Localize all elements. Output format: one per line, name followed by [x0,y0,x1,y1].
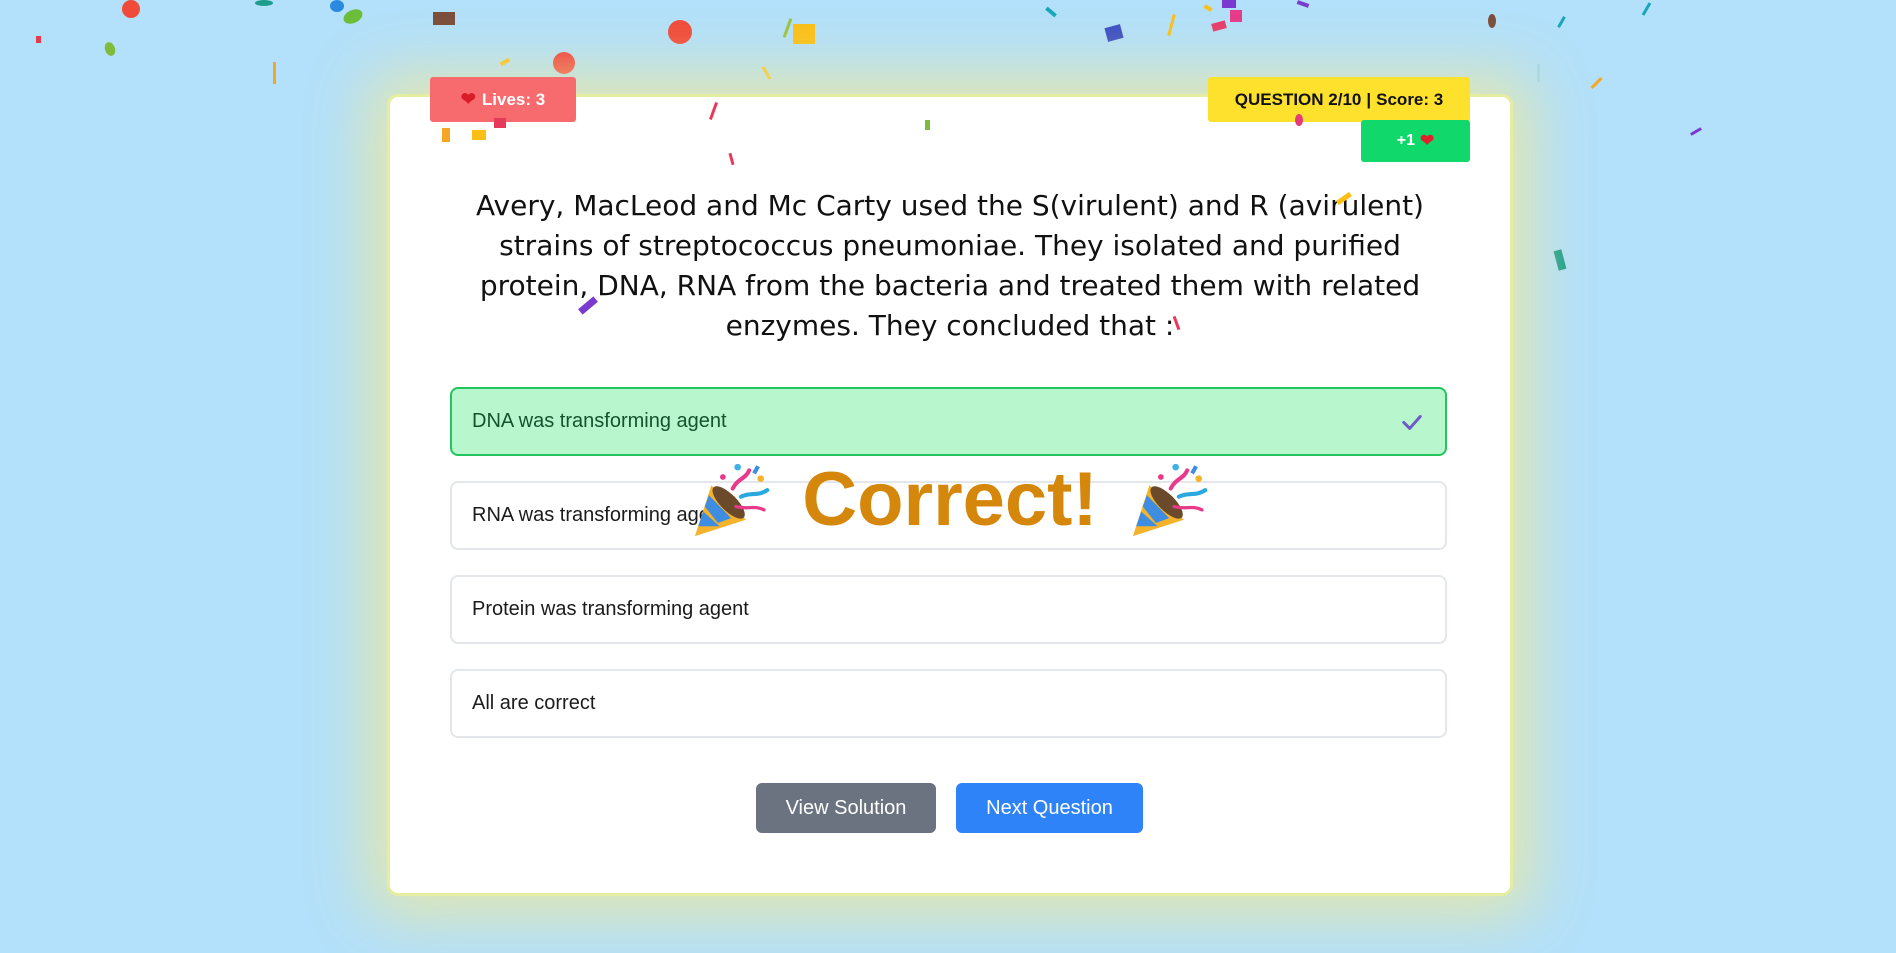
party-popper-icon [1132,463,1208,537]
confetti-piece [1295,114,1303,126]
confetti-piece [782,18,793,38]
confetti-piece [761,66,772,80]
confetti-piece [1557,16,1566,28]
option-label: RNA was transforming agent [472,504,727,526]
confetti-piece [1488,14,1496,28]
confetti-piece [1167,13,1176,37]
confetti-piece [553,52,575,74]
question-text: Avery, MacLeod and Mc Carty used the S(v… [476,189,1424,342]
party-popper-icon [694,463,770,537]
option-a[interactable]: DNA was transforming agent [450,387,1447,456]
option-d[interactable]: All are correct [450,669,1447,738]
confetti-piece [925,120,930,130]
confetti-piece [1590,76,1603,90]
heart-icon: ❤ [1420,131,1435,150]
option-label: DNA was transforming agent [472,410,727,432]
option-label: Protein was transforming agent [472,598,749,620]
confetti-piece [1104,24,1124,42]
confetti-piece [494,118,506,128]
confetti-piece [1296,0,1310,8]
bonus-label: +1 [1396,132,1415,149]
question-score-badge: QUESTION 2/10 | Score: 3 [1208,77,1470,122]
heart-icon: ❤ [460,89,476,109]
confetti-piece [472,130,486,140]
confetti-piece [668,20,692,44]
score-label: Score: 3 [1376,89,1444,109]
confetti-piece [1553,249,1567,271]
confetti-piece [793,24,815,44]
question-progress: QUESTION 2/10 [1234,89,1362,109]
confetti-piece [1222,0,1236,8]
bonus-life-badge: +1 ❤ [1361,120,1470,162]
confetti-piece [1537,64,1540,82]
confetti-piece [255,0,273,6]
lives-badge: ❤ Lives: 3 [430,77,576,122]
check-icon [1402,415,1422,430]
confetti-piece [442,128,450,142]
confetti-piece [341,6,365,27]
confetti-piece [1641,2,1652,16]
confetti-piece [433,12,455,25]
option-label: All are correct [472,692,596,714]
confetti-piece [102,40,118,58]
badge-separator: | [1366,89,1372,109]
correct-message: Correct! [802,457,1098,542]
confetti-piece [36,36,41,43]
confetti-piece [1211,20,1227,32]
option-c[interactable]: Protein was transforming agent [450,575,1447,644]
quiz-screen: ❤ Lives: 3 QUESTION 2/10 | Score: 3 +1 ❤… [0,0,1896,953]
correct-feedback: Correct! [690,455,1210,545]
confetti-piece [1690,127,1702,136]
view-solution-button[interactable]: View Solution [756,783,936,833]
confetti-piece [273,62,276,84]
next-question-button[interactable]: Next Question [956,783,1143,833]
confetti-piece [1045,6,1057,18]
confetti-piece [122,0,140,18]
confetti-piece [499,57,511,67]
confetti-piece [330,0,344,12]
confetti-piece [1203,4,1213,12]
lives-label: Lives: 3 [481,89,546,109]
confetti-piece [1230,10,1242,22]
